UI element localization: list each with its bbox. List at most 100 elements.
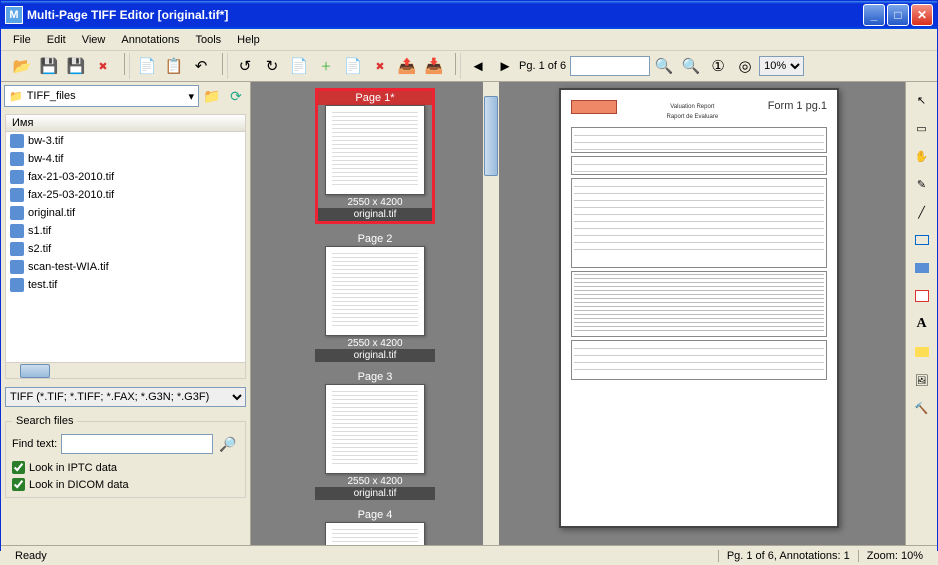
find-text-input[interactable]: [61, 434, 213, 454]
menu-view[interactable]: View: [74, 32, 114, 48]
thumb-dims: 2550 x 4200: [315, 476, 435, 487]
filelist-scrollbar[interactable]: [6, 362, 245, 378]
zoom-fit-button[interactable]: ◎: [732, 53, 758, 79]
file-filter-select[interactable]: TIFF (*.TIF; *.TIFF; *.FAX; *.G3N; *.G3F…: [5, 387, 246, 407]
text-tool[interactable]: A: [910, 312, 934, 336]
maximize-button[interactable]: □: [887, 4, 909, 26]
iptc-checkbox[interactable]: [12, 461, 25, 474]
document-preview: Valuation Report Raport de Evaluare Form…: [559, 88, 839, 528]
file-item[interactable]: test.tif: [6, 276, 245, 294]
dicom-checkbox-row[interactable]: Look in DICOM data: [12, 478, 239, 491]
page-viewer[interactable]: Valuation Report Raport de Evaluare Form…: [499, 82, 905, 545]
next-page-button[interactable]: ►: [492, 53, 518, 79]
zoom-out-button[interactable]: 🔍: [651, 53, 677, 79]
file-icon: [10, 242, 24, 256]
close-button[interactable]: ✕: [911, 4, 933, 26]
save-button[interactable]: 💾: [36, 53, 62, 79]
page-export-button[interactable]: 📤: [394, 53, 420, 79]
rotate-right-button[interactable]: ↻: [259, 53, 285, 79]
rotate-left-button[interactable]: ↺: [232, 53, 258, 79]
file-name: fax-25-03-2010.tif: [28, 189, 114, 201]
menu-annotations[interactable]: Annotations: [113, 32, 187, 48]
file-item[interactable]: s1.tif: [6, 222, 245, 240]
menu-help[interactable]: Help: [229, 32, 268, 48]
page-import-button[interactable]: 📥: [421, 53, 447, 79]
line-tool[interactable]: ╱: [910, 200, 934, 224]
file-name: s2.tif: [28, 243, 51, 255]
status-bar: Ready Pg. 1 of 6, Annotations: 1 Zoom: 1…: [1, 545, 937, 565]
doc-form-label: Form 1 pg.1: [768, 100, 827, 112]
note-tool[interactable]: [910, 284, 934, 308]
undo-button[interactable]: ↶: [188, 53, 214, 79]
zoom-100-button[interactable]: ①: [705, 53, 731, 79]
find-button[interactable]: 🔎: [217, 433, 239, 455]
close-doc-button[interactable]: ✖: [90, 53, 116, 79]
file-name: original.tif: [28, 207, 75, 219]
open-button[interactable]: 📂: [9, 53, 35, 79]
hand-tool[interactable]: ✋: [910, 144, 934, 168]
thumbnail[interactable]: Page 32550 x 4200original.tif: [315, 370, 435, 500]
thumbnail[interactable]: Page 1*2550 x 4200original.tif: [315, 88, 435, 224]
thumb-file: original.tif: [315, 487, 435, 500]
folder-select[interactable]: 📁 TIFF_files ▾: [4, 85, 199, 107]
page-input[interactable]: [570, 56, 650, 76]
window-title: Multi-Page TIFF Editor [original.tif*]: [27, 8, 863, 22]
title-bar: M Multi-Page TIFF Editor [original.tif*]…: [1, 1, 937, 29]
filelist-header[interactable]: Имя: [6, 115, 245, 132]
folder-name: TIFF_files: [27, 90, 76, 102]
page-insert-button[interactable]: 📄: [340, 53, 366, 79]
folder-refresh-button[interactable]: ⟳: [225, 85, 247, 107]
zoom-in-button[interactable]: 🔍: [678, 53, 704, 79]
rect-outline-tool[interactable]: [910, 228, 934, 252]
menu-file[interactable]: File: [5, 32, 39, 48]
dicom-label: Look in DICOM data: [29, 479, 129, 491]
app-icon: M: [5, 6, 23, 24]
search-legend: Search files: [12, 415, 77, 427]
paste-button[interactable]: 📋: [161, 53, 187, 79]
rect-fill-tool[interactable]: [910, 256, 934, 280]
minimize-button[interactable]: _: [863, 4, 885, 26]
image-tool[interactable]: 🖼: [910, 368, 934, 392]
dicom-checkbox[interactable]: [12, 478, 25, 491]
file-name: bw-4.tif: [28, 153, 63, 165]
file-icon: [10, 224, 24, 238]
main-toolbar: 📂 💾 💾 ✖ 📄 📋 ↶ ↺ ↻ 📄 ＋ 📄 ✖ 📤 📥 ◄ ► Pg. 1 …: [1, 51, 937, 82]
file-icon: [10, 188, 24, 202]
file-name: test.tif: [28, 279, 57, 291]
iptc-checkbox-row[interactable]: Look in IPTC data: [12, 461, 239, 474]
file-name: scan-test-WIA.tif: [28, 261, 109, 273]
annotation-toolbar: ↖ ▭ ✋ ✎ ╱ A 🖼 🔨: [905, 82, 937, 545]
thumb-scrollbar[interactable]: [483, 82, 499, 545]
thumbnail[interactable]: Page 22550 x 4200original.tif: [315, 232, 435, 362]
page-add-button[interactable]: ＋: [313, 53, 339, 79]
highlight-tool[interactable]: [910, 340, 934, 364]
thumb-file: original.tif: [315, 349, 435, 362]
menu-edit[interactable]: Edit: [39, 32, 74, 48]
file-list[interactable]: bw-3.tif bw-4.tif fax-21-03-2010.tif fax-25…: [6, 132, 245, 362]
thumbnail[interactable]: Page 4: [315, 508, 435, 545]
thumb-file: original.tif: [318, 208, 432, 221]
file-item[interactable]: fax-21-03-2010.tif: [6, 168, 245, 186]
file-item[interactable]: s2.tif: [6, 240, 245, 258]
save-page-button[interactable]: 💾: [63, 53, 89, 79]
file-name: s1.tif: [28, 225, 51, 237]
prev-page-button[interactable]: ◄: [465, 53, 491, 79]
stamp-tool[interactable]: 🔨: [910, 396, 934, 420]
file-item[interactable]: scan-test-WIA.tif: [6, 258, 245, 276]
iptc-label: Look in IPTC data: [29, 462, 117, 474]
status-zoom: Zoom: 10%: [858, 550, 931, 562]
page-delete-button[interactable]: ✖: [367, 53, 393, 79]
page-new-button[interactable]: 📄: [286, 53, 312, 79]
file-item[interactable]: bw-3.tif: [6, 132, 245, 150]
file-item[interactable]: original.tif: [6, 204, 245, 222]
menu-tools[interactable]: Tools: [187, 32, 229, 48]
pointer-tool[interactable]: ↖: [910, 88, 934, 112]
zoom-select[interactable]: 10%: [759, 56, 804, 76]
file-item[interactable]: bw-4.tif: [6, 150, 245, 168]
folder-up-button[interactable]: 📁: [201, 85, 223, 107]
copy-button[interactable]: 📄: [134, 53, 160, 79]
doc-subtitle: Raport de Evaluare: [617, 114, 768, 120]
select-tool[interactable]: ▭: [910, 116, 934, 140]
pencil-tool[interactable]: ✎: [910, 172, 934, 196]
file-item[interactable]: fax-25-03-2010.tif: [6, 186, 245, 204]
